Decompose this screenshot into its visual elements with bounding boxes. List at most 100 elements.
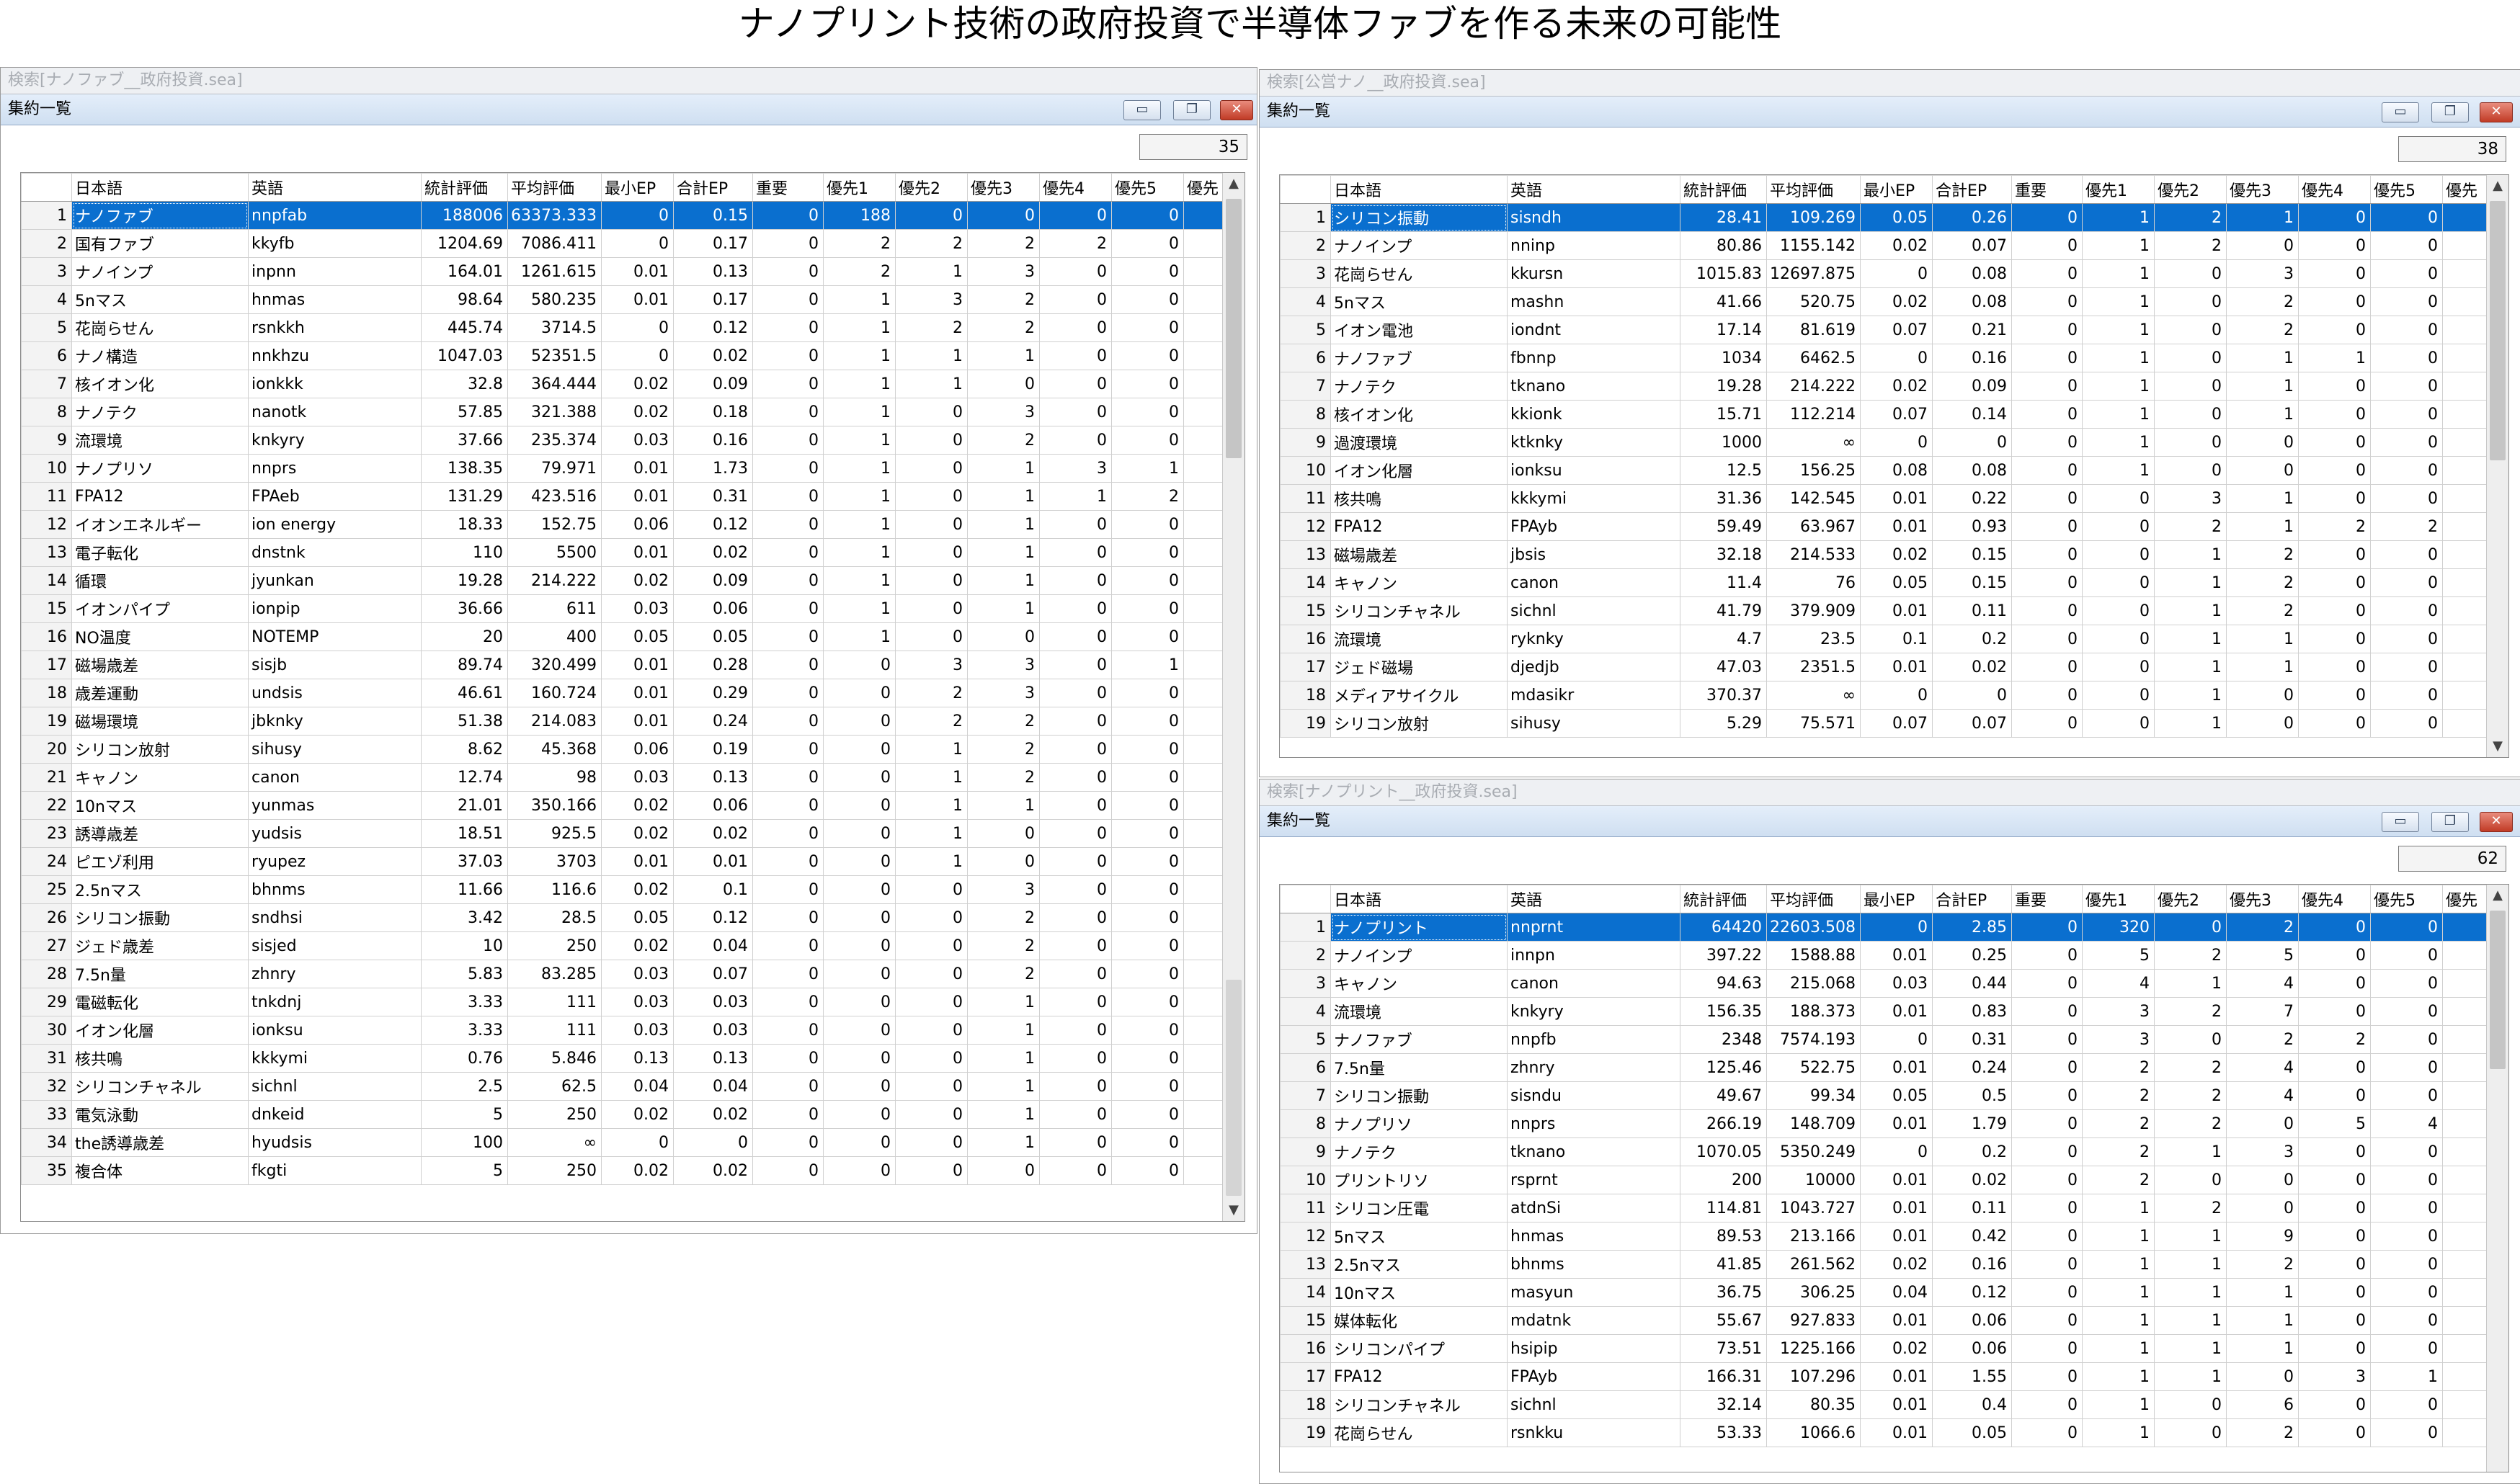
table-cell[interactable]: 10nマス <box>1330 1278 1508 1307</box>
table-cell[interactable]: zhnry <box>248 960 422 988</box>
table-cell[interactable]: 3 <box>2297 1362 2371 1391</box>
table-cell[interactable]: 1155.142 <box>1766 231 1861 260</box>
table-cell[interactable]: 17.14 <box>1680 316 1767 344</box>
column-header[interactable]: 優先1 <box>2081 175 2155 204</box>
table-cell[interactable]: 1225.166 <box>1766 1334 1861 1363</box>
table-cell[interactable]: ionksu <box>1507 456 1680 485</box>
table-cell[interactable]: シリコン圧電 <box>1330 1194 1508 1222</box>
table-cell[interactable]: 116.6 <box>507 875 602 904</box>
table-cell[interactable]: 1 <box>2225 203 2299 232</box>
table-cell[interactable]: ナノプリント <box>1330 913 1508 942</box>
table-cell[interactable]: 0 <box>752 341 824 370</box>
table-cell[interactable]: 1047.03 <box>421 341 508 370</box>
column-header[interactable]: 優先4 <box>2297 885 2371 913</box>
table-cell[interactable]: 2 <box>2081 1053 2155 1082</box>
table-cell[interactable]: 0 <box>752 1072 824 1101</box>
table-cell[interactable]: 15.71 <box>1680 400 1767 429</box>
table-cell[interactable]: 0 <box>2011 913 2083 942</box>
table-cell[interactable]: 0.09 <box>1931 372 2012 401</box>
table-row[interactable]: 4 5nマス hnmas 98.64 580.235 0.01 0.17 0 1 3 2 0 0 <box>21 285 1231 314</box>
table-cell[interactable]: 0 <box>2297 709 2371 738</box>
table-cell[interactable]: 64420 <box>1680 913 1767 942</box>
table-cell[interactable]: 0.18 <box>672 398 753 426</box>
table-row[interactable]: 16 NO温度 NOTEMP 20 400 0.05 0.05 0 1 0 0 0 0 <box>21 622 1231 651</box>
table-row[interactable]: 31 核共鳴 kkkymi 0.76 5.846 0.13 0.13 0 0 0 1 0 0 <box>21 1044 1231 1073</box>
table-cell[interactable]: 4.7 <box>1680 625 1767 653</box>
table-cell[interactable]: 1 <box>2081 1222 2155 1251</box>
scroll-thumb[interactable] <box>2490 911 2506 1069</box>
table-cell[interactable]: 2 <box>2225 913 2299 942</box>
scroll-up-icon[interactable]: ▲ <box>2487 175 2508 197</box>
table-cell[interactable]: 0 <box>966 1156 1040 1185</box>
table-row[interactable]: 13 磁場歳差 jbsis 32.18 214.533 0.02 0.15 0 0 1 2 0 0 <box>1280 540 2495 569</box>
table-cell[interactable]: 0 <box>1931 681 2012 710</box>
table-cell[interactable]: 0.06 <box>1931 1306 2012 1335</box>
table-cell[interactable]: 3703 <box>507 847 602 876</box>
table-row[interactable]: 7 ナノテク tknano 19.28 214.222 0.02 0.09 0 1 0 1 0 0 <box>1280 372 2495 401</box>
table-cell[interactable]: 1 <box>2081 1390 2155 1419</box>
table-cell[interactable]: 1034 <box>1680 344 1767 372</box>
table-cell[interactable]: 1 <box>2081 1194 2155 1222</box>
table-cell[interactable]: 213.166 <box>1766 1222 1861 1251</box>
table-cell[interactable]: 7.5n量 <box>71 960 249 988</box>
scroll-thumb-lower[interactable] <box>1226 980 1242 1196</box>
table-row[interactable]: 19 シリコン放射 sihusy 5.29 75.571 0.07 0.07 0 0 1 0 0 0 <box>1280 709 2495 738</box>
column-header[interactable]: 最小EP <box>1859 885 1933 913</box>
table-cell[interactable]: 23.5 <box>1766 625 1861 653</box>
table-cell[interactable]: 1043.727 <box>1766 1194 1861 1222</box>
table-cell[interactable]: 125.46 <box>1680 1053 1767 1082</box>
table-cell[interactable]: 0 <box>1038 370 1112 398</box>
table-cell[interactable]: 1 <box>822 538 896 567</box>
table-cell[interactable]: fkgti <box>248 1156 422 1185</box>
table-cell[interactable]: 0 <box>2297 400 2371 429</box>
table-cell[interactable]: sichnl <box>1507 596 1680 625</box>
table-cell[interactable]: inpnn <box>248 257 422 286</box>
table-cell[interactable]: 1 <box>2225 1306 2299 1335</box>
table-row[interactable]: 26 シリコン振動 sndhsi 3.42 28.5 0.05 0.12 0 0 0 2 0 0 <box>21 903 1231 932</box>
table-cell[interactable]: FPA12 <box>1330 512 1508 541</box>
table-row[interactable]: 16 シリコンパイプ hsipip 73.51 1225.166 0.02 0.06 0 1 1 1… <box>1280 1334 2495 1363</box>
table-cell[interactable]: 1 <box>2081 400 2155 429</box>
table-cell[interactable]: 0.02 <box>600 398 674 426</box>
table-cell[interactable]: kkkymi <box>1507 484 1680 513</box>
table-cell[interactable]: 10000 <box>1766 1166 1861 1194</box>
table-cell[interactable]: 99.34 <box>1766 1081 1861 1110</box>
table-cell[interactable]: FPAyb <box>1507 1362 1680 1391</box>
table-cell[interactable]: 0 <box>2081 625 2155 653</box>
table-cell[interactable]: 0.02 <box>672 538 753 567</box>
table-cell[interactable]: 1 <box>966 1072 1040 1101</box>
table-cell[interactable]: 0 <box>1038 1016 1112 1045</box>
table-cell[interactable]: 0 <box>2153 344 2227 372</box>
table-cell[interactable]: 0 <box>894 1100 968 1129</box>
table-cell[interactable]: 0.01 <box>600 847 674 876</box>
column-header[interactable]: 合計EP <box>1931 885 2012 913</box>
table-cell[interactable]: 0 <box>894 1156 968 1185</box>
table-cell[interactable]: 1 <box>2225 512 2299 541</box>
table-cell[interactable]: 28.41 <box>1680 203 1767 232</box>
table-cell[interactable]: 0 <box>1110 988 1184 1016</box>
table-cell[interactable]: 0 <box>894 1016 968 1045</box>
table-cell[interactable]: 花崗らせん <box>1330 1418 1508 1447</box>
table-cell[interactable]: 37.03 <box>421 847 508 876</box>
table-cell[interactable]: 0.22 <box>1931 484 2012 513</box>
table-cell[interactable]: 1 <box>966 1100 1040 1129</box>
table-cell[interactable]: 0 <box>2011 1278 2083 1307</box>
table-cell[interactable]: 0 <box>752 1128 824 1157</box>
table-cell[interactable]: 36.75 <box>1680 1278 1767 1307</box>
table-cell[interactable]: 1 <box>2081 372 2155 401</box>
table-cell[interactable]: 0.13 <box>672 763 753 792</box>
table-cell[interactable]: キャノン <box>1330 969 1508 998</box>
table-cell[interactable]: 1 <box>2153 1250 2227 1279</box>
table-cell[interactable]: 複合体 <box>71 1156 249 1185</box>
table-cell[interactable]: 0 <box>1859 344 1933 372</box>
table-cell[interactable]: 0 <box>2225 456 2299 485</box>
table-cell[interactable]: 46.61 <box>421 679 508 707</box>
table-cell[interactable]: 0 <box>2153 1418 2227 1447</box>
table-row[interactable]: 6 ナノファブ fbnnp 1034 6462.5 0 0.16 0 1 0 1 1 0 <box>1280 344 2495 372</box>
table-row[interactable]: 12 FPA12 FPAyb 59.49 63.967 0.01 0.93 0 0 2 1 2 2 <box>1280 512 2495 541</box>
table-cell[interactable]: 0 <box>1110 229 1184 258</box>
table-cell[interactable]: 0 <box>2153 287 2227 316</box>
table-cell[interactable]: 0 <box>2297 372 2371 401</box>
table-cell[interactable]: 5350.249 <box>1766 1137 1861 1166</box>
summary-table[interactable]: 日本語 英語 統計評価 平均評価 最小EP 合計EP 重要 優先1 優先2 優先3 優先4 優先5 優先… <box>20 172 1245 1222</box>
